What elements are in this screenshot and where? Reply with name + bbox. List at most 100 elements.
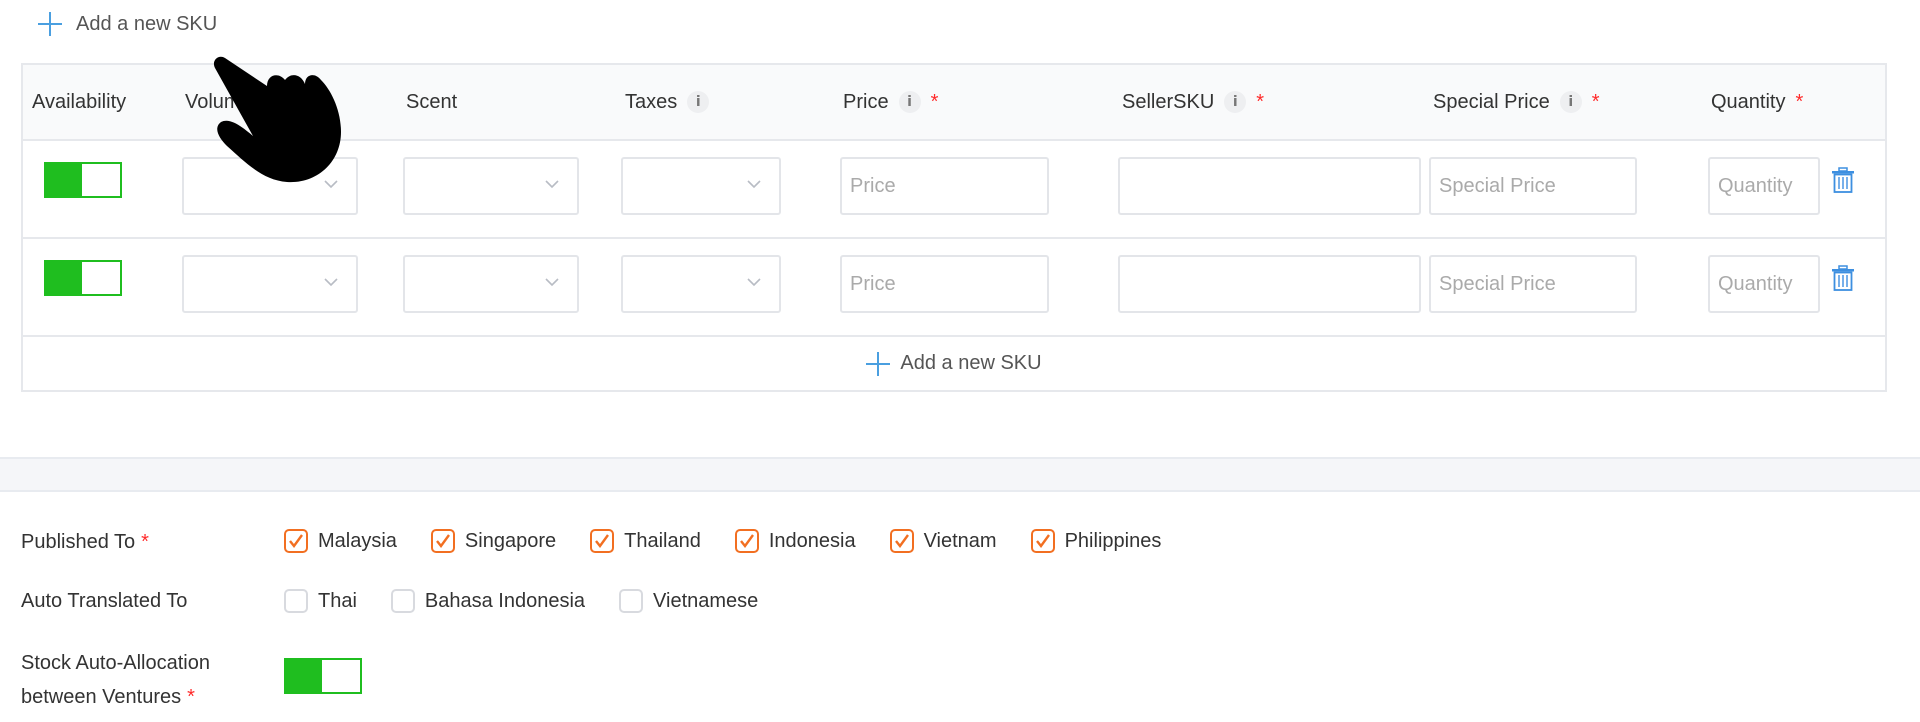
info-icon[interactable]: i bbox=[1559, 91, 1582, 113]
add-new-sku-footer-button[interactable]: Add a new SKU bbox=[23, 335, 1885, 392]
plus-icon bbox=[866, 351, 891, 376]
checkbox-thai[interactable]: Thai bbox=[284, 589, 357, 613]
required-marker: * bbox=[930, 90, 939, 113]
taxes-select[interactable] bbox=[621, 255, 781, 313]
published-to-label: Published To * bbox=[21, 531, 149, 554]
toggle-knob bbox=[46, 262, 82, 294]
toggle-knob bbox=[46, 164, 82, 196]
toggle-knob bbox=[286, 660, 322, 692]
checkbox-checked-icon bbox=[1030, 529, 1055, 553]
checkbox-label: Vietnamese bbox=[653, 589, 759, 612]
checkbox-checked-icon bbox=[284, 529, 308, 553]
column-header-price: Price i * bbox=[843, 65, 938, 139]
table-row bbox=[23, 237, 1885, 337]
required-marker: * bbox=[141, 531, 149, 553]
stock-allocation-toggle[interactable] bbox=[284, 658, 362, 694]
volume-select[interactable] bbox=[182, 157, 358, 215]
column-header-special-price: Special Price i * bbox=[1433, 65, 1600, 139]
checkbox-label: Philippines bbox=[1064, 529, 1162, 552]
checkbox-label: Thailand bbox=[624, 529, 701, 552]
column-header-scent: Scent bbox=[406, 65, 457, 139]
trash-icon[interactable] bbox=[1832, 167, 1854, 193]
checkbox-checked-icon bbox=[889, 529, 914, 553]
checkbox-vietnam[interactable]: Vietnam bbox=[889, 529, 997, 553]
column-label: Quantity bbox=[1711, 90, 1786, 113]
chevron-down-icon bbox=[545, 278, 559, 287]
quantity-input[interactable] bbox=[1708, 255, 1820, 313]
info-icon[interactable]: i bbox=[898, 91, 921, 113]
column-label: Price bbox=[843, 90, 889, 113]
auto-translated-to-options: Thai Bahasa Indonesia Vietnamese bbox=[284, 589, 792, 613]
plus-icon bbox=[38, 12, 62, 36]
availability-toggle[interactable] bbox=[44, 260, 122, 296]
scent-select[interactable] bbox=[403, 255, 579, 313]
checkbox-label: Indonesia bbox=[768, 529, 856, 552]
auto-translated-to-label: Auto Translated To bbox=[21, 590, 187, 613]
published-to-options: Malaysia Singapore Thailand Indonesia Vi… bbox=[284, 529, 1195, 553]
price-input[interactable] bbox=[840, 255, 1049, 313]
special-price-input[interactable] bbox=[1429, 255, 1637, 313]
checkbox-thailand[interactable]: Thailand bbox=[590, 529, 701, 553]
column-label: Availability bbox=[32, 90, 127, 113]
checkbox-unchecked-icon bbox=[619, 589, 644, 613]
checkbox-label: Malaysia bbox=[318, 529, 397, 552]
label-line: between Ventures bbox=[21, 686, 182, 708]
column-label: Volume bbox=[185, 90, 252, 113]
volume-select[interactable] bbox=[182, 255, 358, 313]
chevron-down-icon bbox=[545, 180, 559, 189]
trash-icon[interactable] bbox=[1832, 265, 1854, 291]
seller-sku-input[interactable] bbox=[1118, 255, 1421, 313]
quantity-input[interactable] bbox=[1708, 157, 1820, 215]
checkbox-unchecked-icon bbox=[284, 589, 308, 613]
price-input[interactable] bbox=[840, 157, 1049, 215]
column-label: Scent bbox=[406, 90, 458, 113]
checkbox-label: Thai bbox=[318, 589, 357, 612]
label-text: Auto Translated To bbox=[21, 590, 188, 612]
checkbox-philippines[interactable]: Philippines bbox=[1030, 529, 1162, 553]
column-label: Taxes bbox=[625, 90, 678, 113]
checkbox-unchecked-icon bbox=[390, 589, 415, 613]
column-label: Special Price bbox=[1433, 90, 1550, 113]
checkbox-label: Bahasa Indonesia bbox=[424, 589, 586, 612]
add-new-sku-label: Add a new SKU bbox=[76, 12, 218, 35]
checkbox-checked-icon bbox=[430, 529, 455, 553]
checkbox-indonesia[interactable]: Indonesia bbox=[734, 529, 856, 553]
required-marker: * bbox=[1591, 90, 1600, 113]
chevron-down-icon bbox=[747, 278, 761, 287]
stock-allocation-label: Stock Auto-Allocation between Ventures * bbox=[21, 646, 210, 714]
seller-sku-input[interactable] bbox=[1118, 157, 1421, 215]
availability-toggle[interactable] bbox=[44, 162, 122, 198]
column-header-volume: Volume bbox=[185, 65, 252, 139]
column-header-taxes: Taxes i bbox=[625, 65, 710, 139]
checkbox-checked-icon bbox=[734, 529, 759, 553]
section-divider bbox=[0, 457, 1920, 492]
required-marker: * bbox=[1795, 90, 1804, 113]
taxes-select[interactable] bbox=[621, 157, 781, 215]
label-line: Stock Auto-Allocation bbox=[21, 652, 210, 674]
checkbox-vietnamese[interactable]: Vietnamese bbox=[619, 589, 758, 613]
chevron-down-icon bbox=[324, 278, 338, 287]
column-label: SellerSKU bbox=[1122, 90, 1215, 113]
column-header-availability: Availability bbox=[32, 65, 126, 139]
label-text: Published To bbox=[21, 531, 136, 553]
info-icon[interactable]: i bbox=[1224, 91, 1247, 113]
checkbox-bahasa-indonesia[interactable]: Bahasa Indonesia bbox=[390, 589, 586, 613]
chevron-down-icon bbox=[324, 180, 338, 189]
chevron-down-icon bbox=[747, 180, 761, 189]
add-new-sku-label: Add a new SKU bbox=[900, 352, 1042, 374]
info-icon[interactable]: i bbox=[687, 91, 710, 113]
scent-select[interactable] bbox=[403, 157, 579, 215]
column-header-quantity: Quantity * bbox=[1711, 65, 1803, 139]
special-price-input[interactable] bbox=[1429, 157, 1637, 215]
required-marker: * bbox=[187, 686, 195, 708]
required-marker: * bbox=[1256, 90, 1265, 113]
table-header: Availability Volume Scent Taxes i Price i *… bbox=[23, 65, 1885, 141]
add-new-sku-top-button[interactable]: Add a new SKU bbox=[38, 10, 217, 38]
checkbox-malaysia[interactable]: Malaysia bbox=[284, 529, 397, 553]
checkbox-singapore[interactable]: Singapore bbox=[430, 529, 557, 553]
checkbox-checked-icon bbox=[590, 529, 615, 553]
checkbox-label: Singapore bbox=[464, 529, 557, 552]
sku-table: Availability Volume Scent Taxes i Price i *… bbox=[21, 63, 1887, 392]
column-header-seller-sku: SellerSKU i * bbox=[1122, 65, 1264, 139]
checkbox-label: Vietnam bbox=[923, 529, 997, 552]
